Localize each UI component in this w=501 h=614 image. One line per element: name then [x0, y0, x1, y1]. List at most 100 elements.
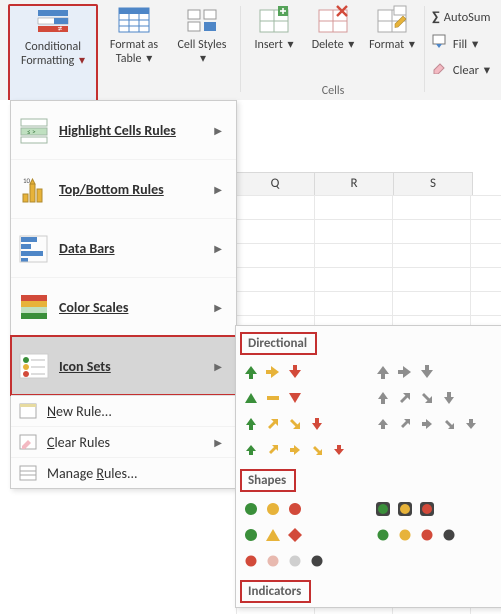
menu-item-icon-sets[interactable]: Icon Sets ▶: [11, 336, 236, 395]
arrow-right-icon: [396, 363, 414, 381]
eraser-icon: [432, 60, 446, 74]
menu-item-label: Manage Rules...: [47, 465, 228, 482]
arrow-up-icon: [242, 363, 260, 381]
iconset-4-arrows-gray[interactable]: [372, 385, 498, 411]
column-header[interactable]: R: [315, 173, 394, 195]
conditional-formatting-icon: ≠: [37, 6, 69, 38]
iconset-3-arrows-colored[interactable]: [240, 359, 366, 385]
column-header[interactable]: Q: [236, 173, 315, 195]
data-bars-icon: [19, 233, 49, 263]
arrow-up-icon: [242, 415, 260, 433]
menu-item-label: Color Scales: [59, 299, 204, 316]
autosum-button[interactable]: ∑ AutoSum: [432, 8, 490, 25]
icon-sets-icon: [19, 351, 49, 381]
arrow-up-right-icon: [396, 415, 414, 433]
triangle-up-icon: [242, 389, 260, 407]
format-button[interactable]: Format ▾: [366, 4, 418, 94]
chevron-right-icon: ▶: [214, 183, 228, 196]
circle-icon: [286, 552, 304, 570]
iconset-3-arrows-gray[interactable]: [372, 359, 498, 385]
menu-item-label: New Rule...: [47, 403, 228, 420]
menu-item-color-scales[interactable]: Color Scales ▶: [11, 277, 236, 336]
diamond-icon: [286, 526, 304, 544]
clear-button[interactable]: Clear ▾: [432, 60, 490, 78]
autosum-label: AutoSum: [444, 10, 491, 25]
highlight-cells-icon: ≤ >: [19, 115, 49, 145]
menu-item-label: Highlight Cells Rules: [59, 122, 204, 139]
triangle-icon: [264, 526, 282, 544]
insert-button[interactable]: Insert ▾: [248, 4, 300, 94]
arrow-down-icon: [462, 415, 480, 433]
menu-item-data-bars[interactable]: Data Bars ▶: [11, 218, 236, 277]
chevron-down-icon: ▾: [409, 38, 415, 52]
iconset-5-arrows-colored[interactable]: [240, 437, 366, 463]
ribbon-divider: [240, 6, 241, 92]
column-header[interactable]: S: [394, 173, 473, 195]
arrow-down-right-icon: [418, 389, 436, 407]
delete-cells-icon: [317, 4, 349, 36]
manage-rules-icon: [19, 464, 37, 482]
conditional-formatting-label: Conditional Formatting: [21, 40, 81, 68]
flyout-section-directional: Directional: [242, 334, 315, 353]
icon-sets-flyout: Directional: [235, 325, 501, 608]
chevron-right-icon: ▶: [214, 301, 228, 314]
circle-rimmed-icon: [418, 500, 436, 518]
svg-text:≠: ≠: [58, 22, 63, 35]
arrow-right-icon: [418, 415, 436, 433]
fill-button[interactable]: Fill ▾: [432, 34, 478, 52]
ribbon: ≠ Conditional Formatting ▾: [0, 0, 501, 101]
chevron-right-icon: ▶: [214, 436, 228, 449]
sigma-icon: ∑: [432, 8, 440, 25]
circle-icon: [242, 552, 260, 570]
chevron-down-icon: ▾: [348, 38, 354, 52]
arrow-down-right-icon: [308, 441, 326, 459]
svg-text:10: 10: [23, 176, 31, 185]
circle-icon: [242, 526, 260, 544]
format-label: Format: [369, 38, 404, 52]
arrow-down-icon: [308, 415, 326, 433]
arrow-down-icon: [286, 363, 304, 381]
flyout-section-shapes: Shapes: [242, 471, 294, 490]
ribbon-divider: [424, 6, 425, 92]
iconset-4-traffic-lights[interactable]: [372, 522, 498, 548]
chevron-right-icon: ▶: [214, 360, 228, 373]
delete-button[interactable]: Delete ▾: [306, 4, 360, 94]
top-bottom-icon: 10: [19, 174, 49, 204]
chevron-right-icon: ▶: [214, 242, 228, 255]
format-as-table-button[interactable]: Format as Table ▾: [102, 4, 166, 94]
arrow-up-icon: [374, 363, 392, 381]
iconset-3-triangles[interactable]: [240, 385, 366, 411]
iconset-5-arrows-gray[interactable]: [372, 411, 498, 437]
iconset-3-traffic-lights-rimmed[interactable]: [372, 496, 498, 522]
svg-text:≤ >: ≤ >: [27, 127, 36, 136]
menu-item-new-rule[interactable]: New Rule...: [11, 395, 236, 426]
arrow-right-icon: [264, 363, 282, 381]
cell-styles-button[interactable]: Cell Styles ▾: [174, 4, 230, 94]
iconset-red-to-black[interactable]: [240, 548, 366, 574]
menu-item-clear-rules[interactable]: Clear Rules ▶: [11, 426, 236, 457]
circle-icon: [286, 500, 304, 518]
iconset-grid-shapes: [240, 496, 501, 574]
ribbon-group-cells: Insert ▾ Delete ▾: [244, 0, 422, 100]
menu-item-top-bottom-rules[interactable]: 10 Top/Bottom Rules ▶: [11, 159, 236, 218]
iconset-3-signs[interactable]: [240, 522, 366, 548]
iconset-4-arrows-colored[interactable]: [240, 411, 366, 437]
chevron-down-icon: ▾: [484, 63, 490, 78]
circle-icon: [264, 552, 282, 570]
conditional-formatting-button[interactable]: ≠ Conditional Formatting ▾: [8, 4, 98, 102]
arrow-down-right-icon: [440, 415, 458, 433]
arrow-down-icon: [418, 363, 436, 381]
iconset-3-traffic-lights[interactable]: [240, 496, 366, 522]
color-scales-icon: [19, 292, 49, 322]
chevron-down-icon: ▾: [200, 52, 206, 66]
arrow-down-right-icon: [286, 415, 304, 433]
circle-icon: [308, 552, 326, 570]
circle-icon: [440, 526, 458, 544]
cell-styles-label: Cell Styles: [178, 38, 227, 52]
dash-icon: [264, 389, 282, 407]
delete-label: Delete: [312, 38, 344, 52]
menu-item-highlight-cells-rules[interactable]: ≤ > Highlight Cells Rules ▶: [11, 101, 236, 159]
menu-item-manage-rules[interactable]: Manage Rules...: [11, 457, 236, 488]
iconset-empty-placeholder: [372, 437, 498, 463]
circle-icon: [374, 526, 392, 544]
